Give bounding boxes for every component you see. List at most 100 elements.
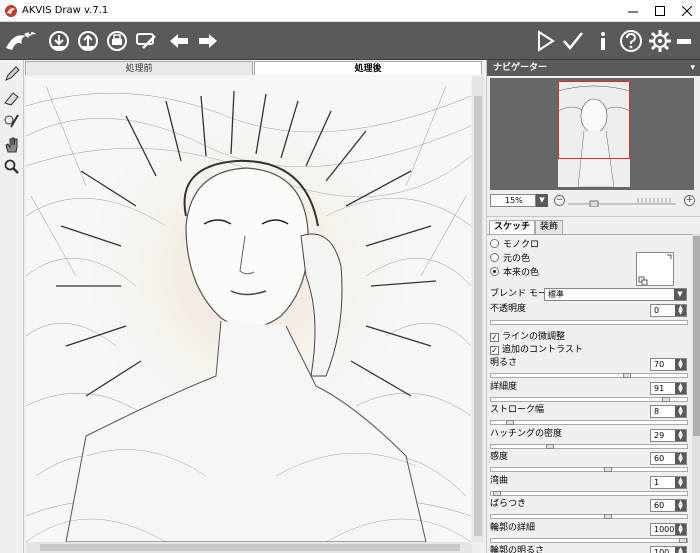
canvas-vertical-scrollbar[interactable] — [472, 76, 484, 542]
spin-arrows-icon[interactable]: ▲▼ — [675, 523, 686, 535]
open-image-button[interactable] — [46, 28, 72, 54]
zoom-slider[interactable] — [568, 197, 676, 207]
info-icon — [601, 32, 605, 50]
slider-knob[interactable] — [679, 537, 687, 543]
opacity-slider[interactable] — [490, 320, 688, 325]
zoom-tool[interactable] — [3, 158, 21, 176]
param-slider[interactable] — [490, 514, 688, 519]
brush-settings-button[interactable] — [133, 28, 159, 54]
history-brush-tool[interactable] — [3, 112, 21, 130]
blend-mode-select[interactable]: 標準 ▼ — [544, 288, 687, 301]
radio-true-color[interactable]: 本来の色 — [490, 267, 539, 279]
slider-knob[interactable] — [604, 514, 612, 519]
param-value-field[interactable]: 70 ▲ ▼ — [650, 358, 687, 371]
minimize-icon — [628, 11, 638, 13]
zoom-level-field[interactable]: 15% — [490, 194, 536, 207]
param-value-field[interactable]: 1000 ▲ ▼ — [650, 522, 687, 536]
navigator-preview[interactable] — [490, 78, 694, 190]
slider-knob[interactable] — [662, 396, 670, 402]
minimize-button[interactable] — [618, 0, 648, 22]
collapse-arrow-icon[interactable]: ▾ — [690, 60, 695, 76]
left-tool-panel — [0, 60, 24, 553]
spin-arrows-icon[interactable]: ▲▼ — [675, 359, 686, 370]
spin-arrows-icon[interactable]: ▲▼ — [675, 382, 686, 394]
slider-knob[interactable] — [546, 443, 554, 449]
check-line-adjust[interactable]: ✓ ラインの微調整 — [490, 331, 565, 343]
vertical-scroll-thumb[interactable] — [474, 96, 482, 536]
check-extra-contrast[interactable]: ✓ 追加のコントラスト — [490, 344, 583, 356]
tab-decoration[interactable]: 装飾 — [535, 220, 563, 234]
radio-monochrome[interactable]: モノクロ — [490, 239, 539, 251]
maximize-button[interactable] — [645, 0, 675, 22]
settings-scroll-thumb[interactable] — [693, 236, 700, 436]
opacity-field[interactable]: 0 ▲ ▼ — [650, 304, 687, 317]
radio-original-color[interactable]: 元の色 — [490, 253, 530, 265]
zoom-dropdown-button[interactable]: ▼ — [536, 194, 548, 207]
param-slider[interactable] — [490, 537, 688, 543]
hand-tool[interactable] — [3, 136, 21, 154]
undo-button[interactable] — [166, 28, 192, 54]
apply-check-icon — [563, 32, 583, 50]
spin-arrows-icon[interactable]: ▲▼ — [675, 476, 686, 488]
pencil-tool[interactable] — [3, 65, 21, 83]
param-value-field[interactable]: 1 ▲ ▼ — [650, 475, 687, 489]
close-button[interactable] — [672, 0, 700, 22]
settings-scrollbar[interactable] — [692, 234, 700, 553]
tab-before[interactable]: 処理前 — [25, 61, 253, 75]
help-button[interactable] — [618, 28, 644, 54]
app-window: AKVIS Draw v.7.1 処理前 処理後 ナビゲーター ▾ 15% ▼ … — [0, 0, 700, 553]
param-label: ばらつき — [490, 499, 527, 509]
param-value-field[interactable]: 29 ▲ ▼ — [650, 428, 687, 442]
zoom-out-button[interactable]: − — [554, 195, 565, 206]
param-slider[interactable] — [490, 443, 688, 449]
param-value-field[interactable]: 100▲▼ — [650, 546, 687, 553]
param-slider[interactable] — [490, 373, 688, 378]
param-slider[interactable] — [490, 420, 688, 425]
save-image-button[interactable] — [75, 28, 101, 54]
settings-panel: スケッチ 装飾 モノクロ 元の色 本来の色 ブレンド モード 標準 ▼ 不透明度 … — [487, 216, 700, 553]
slider-knob[interactable] — [506, 420, 514, 425]
horizontal-scroll-thumb[interactable] — [40, 544, 460, 551]
param-value-field[interactable]: 91 ▲ ▼ — [650, 381, 687, 395]
spin-arrows-icon[interactable]: ▲▼ — [675, 406, 686, 417]
radio-indicator — [490, 267, 499, 276]
spin-arrows-icon[interactable]: ▲▼ — [675, 500, 686, 511]
navigator-header: ナビゲーター ▾ — [487, 60, 700, 76]
tab-after[interactable]: 処理後 — [254, 61, 482, 75]
param-label: 輪郭の詳細 — [490, 522, 536, 533]
undo-arrow-icon — [170, 34, 188, 48]
hints-icon — [677, 39, 691, 44]
navigator-thumbnail[interactable] — [558, 81, 630, 187]
param-slider[interactable] — [490, 467, 688, 472]
sketch-image-canvas[interactable] — [26, 76, 471, 542]
spin-arrows-icon[interactable]: ▲▼ — [675, 453, 686, 464]
param-value-field[interactable]: 60 ▲ ▼ — [650, 499, 687, 512]
run-button[interactable] — [532, 28, 558, 54]
param-label: ハッチングの密度 — [490, 428, 563, 439]
redo-button[interactable] — [195, 28, 221, 54]
spin-arrows-icon[interactable]: ▲▼ — [675, 305, 686, 316]
param-slider[interactable] — [490, 490, 688, 496]
hints-button[interactable] — [674, 28, 694, 54]
spin-arrows-icon[interactable]: ▲▼ — [675, 429, 686, 441]
param-slider[interactable] — [490, 396, 688, 402]
spin-arrows-icon[interactable]: ▲▼ — [675, 547, 686, 553]
opacity-label: 不透明度 — [490, 304, 527, 314]
close-icon — [681, 6, 693, 16]
canvas-horizontal-scrollbar[interactable] — [26, 542, 472, 553]
print-image-button[interactable] — [104, 28, 130, 54]
param-label: 輪郭の明るさ — [490, 546, 545, 553]
slider-knob[interactable] — [604, 467, 612, 472]
eraser-tool[interactable] — [3, 89, 21, 107]
tab-sketch[interactable]: スケッチ — [489, 220, 535, 234]
param-value-field[interactable]: 8 ▲ ▼ — [650, 405, 687, 418]
param-value-field[interactable]: 60 ▲ ▼ — [650, 452, 687, 465]
help-icon — [620, 30, 642, 52]
color-well[interactable] — [636, 252, 674, 286]
settings-button[interactable] — [647, 28, 673, 54]
zoom-in-button[interactable]: + — [684, 195, 695, 206]
apply-button[interactable] — [560, 28, 586, 54]
info-button[interactable] — [590, 28, 616, 54]
slider-knob[interactable] — [623, 373, 631, 378]
slider-knob[interactable] — [493, 490, 501, 496]
